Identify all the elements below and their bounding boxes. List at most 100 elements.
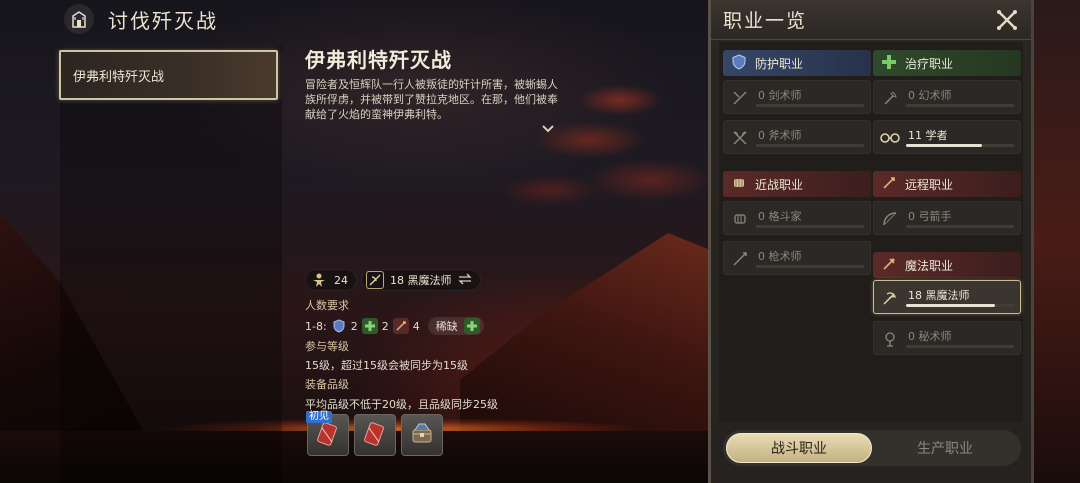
job-pugilist[interactable]: 0 格斗家: [723, 201, 871, 235]
category-healer: 治疗职业: [873, 50, 1021, 76]
job-conjurer-progress: [906, 104, 1014, 107]
job-gladiator-label: 0 剑术师: [758, 89, 802, 102]
duty-title: 伊弗利特歼灭战: [305, 48, 452, 72]
party-tank-count: 2: [350, 319, 358, 333]
category-healer-label: 治疗职业: [905, 56, 954, 71]
item-level-chip: 24: [305, 269, 357, 291]
conjurer-icon: [880, 88, 900, 108]
category-ranged-label: 远程职业: [905, 177, 954, 192]
sword-icon: [730, 88, 750, 108]
job-chip[interactable]: 18 黑魔法师: [361, 269, 481, 291]
job-panel-title: 职业一览: [723, 10, 808, 32]
spear-icon: [730, 249, 750, 269]
job-arcanist[interactable]: 0 秘术师: [873, 321, 1021, 355]
tab-crafting-jobs[interactable]: 生产职业: [872, 433, 1018, 463]
arcanist-icon: [880, 329, 900, 349]
job-conjurer[interactable]: 0 幻术师: [873, 80, 1021, 114]
category-tank: 防护职业: [723, 50, 871, 76]
job-black-mage[interactable]: 18 黑魔法师: [873, 280, 1021, 314]
job-arcanist-progress: [906, 345, 1014, 348]
job-archer-label: 0 弓箭手: [908, 210, 952, 223]
reward-item-2[interactable]: [354, 414, 396, 456]
reward-item-row: 初见: [306, 411, 443, 456]
chest-icon: [407, 418, 437, 452]
background-right-strip: [1034, 0, 1080, 483]
shield-icon: [731, 53, 747, 73]
job-list-panel: 职业一览 防护职业 0 剑术师 0 斧术师 治疗职业 0 幻术师 11 学者 近…: [708, 0, 1034, 483]
black-mage-icon: [880, 288, 900, 308]
item-level-value: 24: [334, 273, 348, 287]
magic-icon: [881, 256, 897, 275]
tome-icon: [313, 418, 343, 452]
duty-chip-row: 24 18 黑魔法师: [305, 269, 481, 291]
castle-icon: [64, 4, 94, 34]
tome-icon: [360, 418, 390, 452]
tank-role-icon: [331, 318, 347, 334]
gear-label: 装备品级: [305, 378, 349, 391]
job-gladiator-progress: [756, 104, 864, 107]
page-header: 讨伐歼灭战: [64, 4, 218, 34]
job-gladiator[interactable]: 0 剑术师: [723, 80, 871, 114]
job-grid: 防护职业 0 剑术师 0 斧术师 治疗职业 0 幻术师 11 学者 近战职业 0…: [719, 42, 1023, 422]
fist-icon: [731, 175, 747, 194]
job-lancer-progress: [756, 265, 864, 268]
job-marauder[interactable]: 0 斧术师: [723, 120, 871, 154]
job-chip-label: 18 黑魔法师: [390, 274, 452, 287]
chevron-down-icon[interactable]: [540, 121, 556, 135]
job-scholar-progress: [906, 144, 1014, 147]
job-black-mage-progress: [906, 304, 1014, 307]
job-arcanist-label: 0 秘术师: [908, 330, 952, 343]
party-composition: 1-8: 2 2 4 稀缺: [305, 317, 484, 335]
bow-icon: [881, 175, 897, 194]
job-conjurer-label: 0 幻术师: [908, 89, 952, 102]
scholar-icon: [880, 128, 900, 148]
axe-icon: [730, 128, 750, 148]
duty-description: 冒险者及恒辉队一行人被叛徒的奸计所害，被蜥蜴人族所俘虏，并被带到了赞拉克地区。在…: [305, 78, 558, 121]
healer-role-icon: [361, 318, 378, 334]
job-marauder-label: 0 斧术师: [758, 129, 802, 142]
tab-combat-jobs[interactable]: 战斗职业: [726, 433, 872, 463]
level-text: 15级，超过15级会被同步为15级: [305, 359, 468, 372]
job-type-tabs: 战斗职业 生产职业: [723, 430, 1021, 466]
reward-item-3[interactable]: [401, 414, 443, 456]
job-scholar-label: 11 学者: [908, 129, 948, 142]
job-pugilist-progress: [756, 225, 864, 228]
party-range: 1-8:: [305, 319, 327, 333]
dps-role-icon: [392, 318, 409, 334]
category-magic-label: 魔法职业: [905, 258, 954, 273]
party-healer-count: 2: [381, 319, 389, 333]
close-icon: [997, 10, 1017, 30]
healer-role-icon: [463, 318, 480, 334]
bow-icon: [880, 209, 900, 229]
job-archer[interactable]: 0 弓箭手: [873, 201, 1021, 235]
healer-cross-icon: [881, 54, 897, 73]
level-label: 参与等级: [305, 340, 349, 353]
category-tank-label: 防护职业: [755, 56, 804, 71]
job-archer-progress: [906, 225, 1014, 228]
job-pugilist-label: 0 格斗家: [758, 210, 802, 223]
job-panel-header: 职业一览: [711, 0, 1031, 40]
category-melee: 近战职业: [723, 171, 871, 197]
job-black-mage-label: 18 黑魔法师: [908, 289, 970, 302]
category-melee-label: 近战职业: [755, 177, 804, 192]
job-scholar[interactable]: 11 学者: [873, 120, 1021, 154]
reward-item-1[interactable]: 初见: [306, 411, 349, 456]
gear-text: 平均品级不低于20级，且品级同步25级: [305, 398, 498, 411]
black-mage-icon: [366, 271, 384, 289]
lacking-role-chip: 稀缺: [427, 317, 484, 335]
category-magic: 魔法职业: [873, 252, 1021, 278]
person-star-icon: [310, 271, 328, 289]
lacking-role-label: 稀缺: [435, 320, 458, 333]
job-lancer-label: 0 枪术师: [758, 250, 802, 263]
close-button[interactable]: [993, 6, 1021, 34]
job-lancer[interactable]: 0 枪术师: [723, 241, 871, 275]
duty-list: 伊弗利特歼灭战: [59, 46, 282, 483]
duty-list-item-label: 伊弗利特歼灭战: [73, 69, 165, 85]
party-dps-count: 4: [412, 319, 420, 333]
duty-list-item-ifrit[interactable]: 伊弗利特歼灭战: [59, 50, 278, 100]
page-title: 讨伐歼灭战: [108, 8, 218, 33]
fist-icon: [730, 209, 750, 229]
party-label: 人数要求: [305, 299, 349, 312]
new-badge: 初见: [306, 411, 332, 423]
swap-icon[interactable]: [457, 273, 472, 288]
